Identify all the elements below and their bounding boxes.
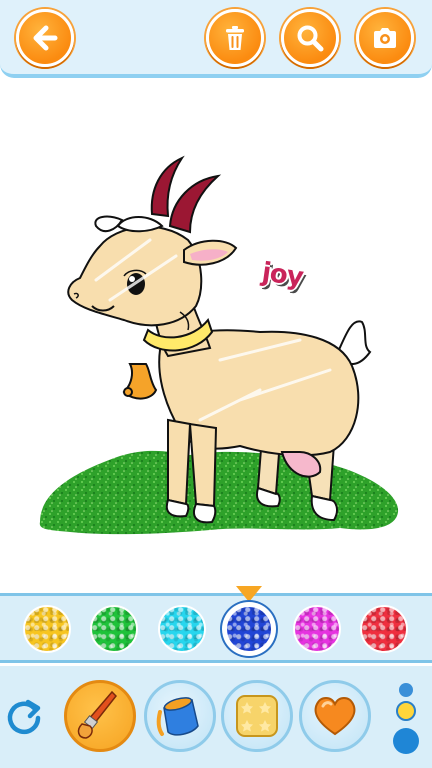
brush-size-small[interactable]	[399, 683, 413, 697]
delete-button[interactable]	[206, 9, 264, 67]
grass-patch	[39, 450, 399, 535]
sticker-tool-button[interactable]	[299, 680, 371, 752]
paintbrush-icon	[77, 690, 118, 739]
color-swatch-cyan[interactable]	[158, 605, 206, 653]
camera-icon	[374, 28, 396, 48]
pattern-tool-button[interactable]	[221, 680, 293, 752]
goat-front-leg	[167, 418, 192, 506]
back-button[interactable]	[16, 9, 74, 67]
tool-bar	[0, 666, 432, 768]
screenshot-button[interactable]	[356, 9, 414, 67]
redo-icon[interactable]	[4, 696, 46, 738]
drawing-canvas[interactable]: joy	[0, 82, 432, 590]
bucket-tool-button[interactable]	[144, 680, 216, 752]
arrow-left-icon	[33, 25, 58, 51]
color-swatch-pink[interactable]	[293, 605, 341, 653]
brush-tool-button[interactable]	[64, 680, 136, 752]
paint-bucket-icon	[156, 697, 199, 736]
star-pattern-icon	[236, 695, 278, 737]
brush-size-large[interactable]	[393, 728, 419, 754]
joy-sticker[interactable]: joy	[260, 257, 305, 292]
color-swatch-red[interactable]	[360, 605, 408, 653]
color-swatch-yellow[interactable]	[23, 605, 71, 653]
color-palette	[0, 586, 432, 663]
goat-drawing	[39, 155, 399, 535]
goat-horn-front	[168, 174, 222, 234]
heart-icon	[314, 697, 356, 736]
trash-icon	[226, 26, 244, 50]
color-swatch-green[interactable]	[90, 605, 138, 653]
brush-size-medium[interactable]	[396, 701, 416, 721]
top-bar	[0, 0, 432, 78]
magnifier-icon	[297, 25, 324, 52]
color-swatch-blue[interactable]	[225, 605, 273, 653]
zoom-button[interactable]	[281, 9, 339, 67]
selected-color-pointer	[236, 586, 262, 602]
goat-ear-left	[94, 215, 124, 233]
